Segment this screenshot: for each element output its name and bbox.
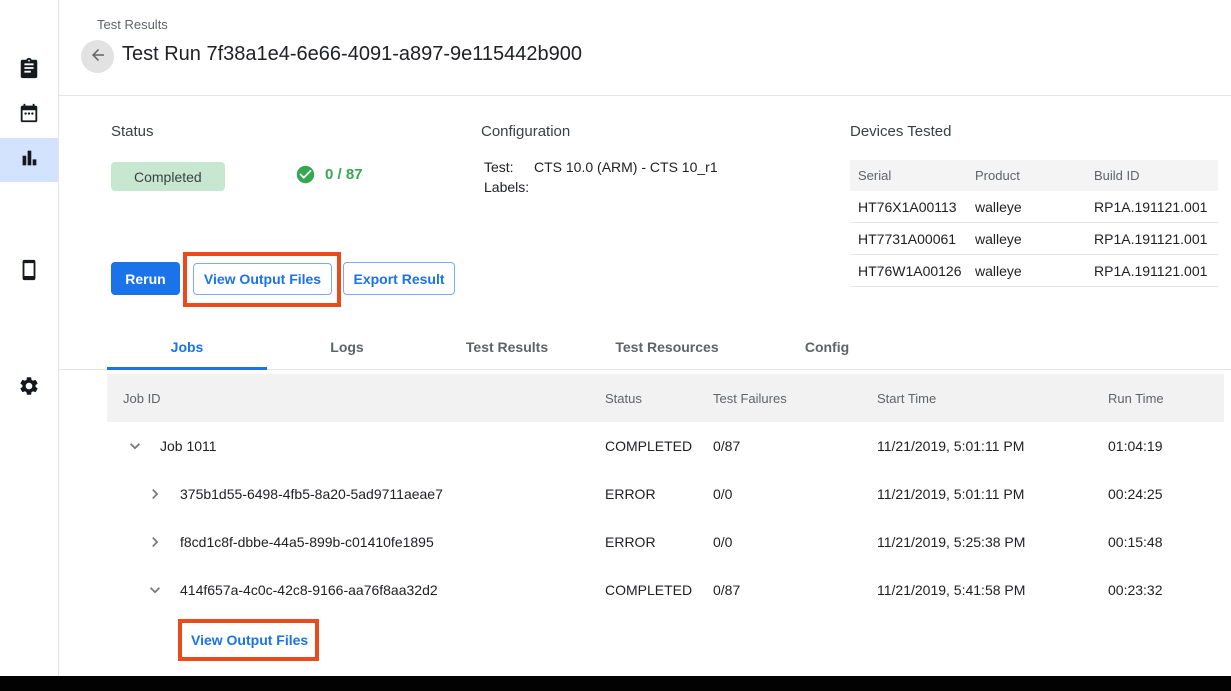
job-start-time: 11/21/2019, 5:41:58 PM [877,582,1108,598]
failure-count: 0 / 87 [325,166,363,183]
chevron-down-icon [125,436,145,456]
devices-col-serial: Serial [858,168,975,183]
header-divider [59,95,1231,96]
jobs-col-start-time: Start Time [877,391,1108,406]
export-result-button[interactable]: Export Result [343,262,455,295]
sidebar-item-test-plans[interactable] [0,48,58,92]
sidebar-item-test-results[interactable] [0,138,58,182]
config-labels-label: Labels: [484,177,534,197]
job-status: COMPLETED [605,582,713,598]
config-test-label: Test: [484,157,534,177]
jobs-col-status: Status [605,391,713,406]
device-product: walleye [975,231,1094,247]
collapse-row-button[interactable] [123,434,147,458]
job-run-time: 00:15:48 [1108,534,1224,550]
sidebar-item-schedules[interactable] [0,93,58,137]
job-start-time: 11/21/2019, 5:25:38 PM [877,534,1108,550]
smartphone-icon [18,259,40,286]
devices-table: Serial Product Build ID HT76X1A00113 wal… [850,160,1218,287]
device-build-id: RP1A.191121.001 [1094,231,1218,247]
device-serial: HT7731A00061 [858,231,975,247]
job-test-failures: 0/0 [713,486,877,502]
sidebar-item-devices[interactable] [0,250,58,294]
bottom-bar [0,676,1231,691]
expand-row-button[interactable] [143,482,167,506]
chevron-right-icon [145,484,165,504]
tab-logs[interactable]: Logs [267,325,427,369]
job-test-failures: 0/87 [713,438,877,454]
configuration-details: Test: CTS 10.0 (ARM) - CTS 10_r1 Labels: [484,157,718,197]
job-run-time: 00:24:25 [1108,486,1224,502]
device-product: walleye [975,263,1094,279]
job-start-time: 11/21/2019, 5:01:11 PM [877,438,1108,454]
view-output-files-button[interactable]: View Output Files [193,263,332,295]
configuration-heading: Configuration [481,123,570,140]
failure-count-row: 0 / 87 [295,164,363,185]
device-row: HT7731A00061 walleye RP1A.191121.001 [850,223,1218,255]
devices-table-header: Serial Product Build ID [850,160,1218,191]
calendar-icon [18,102,40,129]
device-product: walleye [975,199,1094,215]
collapse-row-button[interactable] [143,578,167,602]
back-button[interactable] [81,40,114,73]
job-attempt-id: 414f657a-4c0c-42c8-9166-aa76f8aa32d2 [180,582,438,598]
tab-test-resources[interactable]: Test Resources [587,325,747,369]
device-serial: HT76W1A00126 [858,263,975,279]
clipboard-icon [18,57,40,84]
sidebar [0,0,59,676]
expand-row-button[interactable] [143,530,167,554]
job-start-time: 11/21/2019, 5:01:11 PM [877,486,1108,502]
device-build-id: RP1A.191121.001 [1094,263,1218,279]
device-serial: HT76X1A00113 [858,199,975,215]
job-row[interactable]: 375b1d55-6498-4fb5-8a20-5ad9711aeae7 ERR… [107,470,1224,518]
job-run-time: 00:23:32 [1108,582,1224,598]
jobs-col-test-failures: Test Failures [713,391,877,406]
job-status: ERROR [605,486,713,502]
job-test-failures: 0/0 [713,534,877,550]
status-badge: Completed [111,162,225,191]
bar-chart-icon [18,147,40,174]
device-row: HT76X1A00113 walleye RP1A.191121.001 [850,191,1218,223]
jobs-table-header: Job ID Status Test Failures Start Time R… [107,374,1224,422]
job-attempt-id: f8cd1c8f-dbbe-44a5-899b-c01410fe1895 [180,534,434,550]
tab-config[interactable]: Config [747,325,907,369]
job-attempt-id: 375b1d55-6498-4fb5-8a20-5ad9711aeae7 [180,486,443,502]
gear-icon [18,375,40,402]
page-title: Test Run 7f38a1e4-6e66-4091-a897-9e11544… [122,43,582,66]
tab-jobs[interactable]: Jobs [107,325,267,369]
job-status: COMPLETED [605,438,713,454]
job-row[interactable]: Job 1011 COMPLETED 0/87 11/21/2019, 5:01… [107,422,1224,470]
devices-col-product: Product [975,168,1094,183]
view-output-files-link[interactable]: View Output Files [191,619,308,661]
job-test-failures: 0/87 [713,582,877,598]
devices-col-build: Build ID [1094,168,1218,183]
tab-bar: Jobs Logs Test Results Test Resources Co… [107,325,907,369]
job-run-time: 01:04:19 [1108,438,1224,454]
breadcrumb: Test Results [97,17,168,32]
rerun-button[interactable]: Rerun [111,262,180,295]
chevron-right-icon [145,532,165,552]
devices-heading: Devices Tested [850,123,951,140]
device-row: HT76W1A00126 walleye RP1A.191121.001 [850,255,1218,287]
jobs-col-job-id: Job ID [123,391,605,406]
chevron-down-icon [145,580,165,600]
job-row[interactable]: 414f657a-4c0c-42c8-9166-aa76f8aa32d2 COM… [107,566,1224,614]
jobs-col-run-time: Run Time [1108,391,1224,406]
active-tab-indicator [107,367,267,370]
check-circle-icon [295,164,316,185]
arrow-back-icon [89,46,107,67]
job-status: ERROR [605,534,713,550]
job-id: Job 1011 [160,438,217,454]
sidebar-item-settings[interactable] [0,366,58,410]
status-heading: Status [111,123,154,140]
job-row[interactable]: f8cd1c8f-dbbe-44a5-899b-c01410fe1895 ERR… [107,518,1224,566]
config-test-value: CTS 10.0 (ARM) - CTS 10_r1 [534,157,718,177]
tab-test-results[interactable]: Test Results [427,325,587,369]
device-build-id: RP1A.191121.001 [1094,199,1218,215]
